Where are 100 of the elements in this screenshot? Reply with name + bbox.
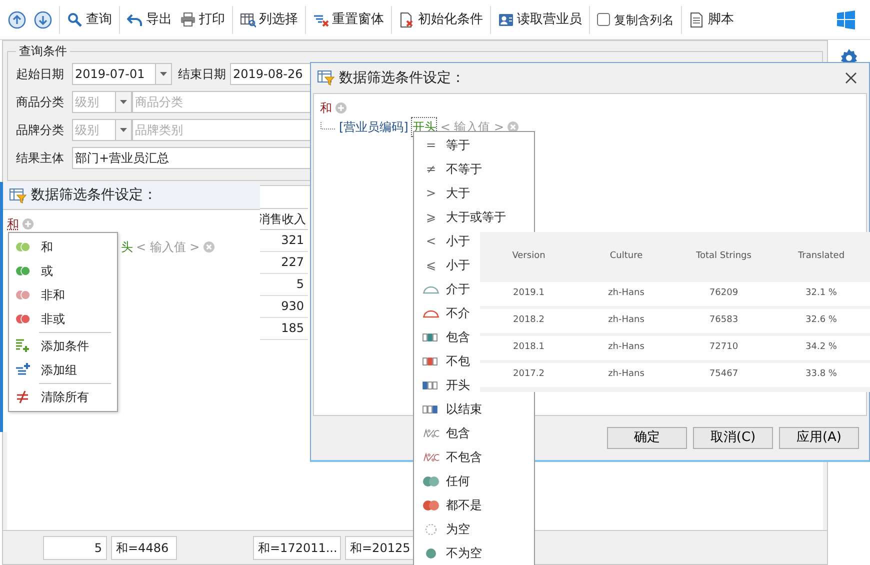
toolbar-button[interactable]: 列选择 [236,8,302,32]
text-match-icon [422,378,440,392]
table-cell-text: 76209 [708,287,740,300]
field-name[interactable]: [营业员编码] [339,118,408,136]
table-cell-text: 34.2 % [804,341,838,354]
menu-item[interactable]: 添加组 [9,358,117,382]
checkbox[interactable] [597,13,610,26]
level-field[interactable]: 级别 [72,119,116,141]
two-dots-icon [422,498,440,512]
toolbar-button[interactable]: 导出 [123,8,176,32]
table-cell-text: 2017.2 [512,368,546,382]
table-cell-text: zh-Hans [607,341,646,354]
dialog-title: 数据筛选条件设定： [339,68,465,88]
checkbox-label[interactable]: 复制含列名 [614,10,674,28]
printer-icon [180,12,196,28]
menu-item[interactable]: 任何 [414,469,534,493]
column-header: Translated [796,250,846,264]
menu-item[interactable]: 或 [9,259,117,283]
dialog-button[interactable]: 取消(C) [693,427,773,449]
group-operator[interactable]: 和 [7,214,19,232]
undo-arrow-icon [127,12,143,28]
filter-table-icon [9,188,27,204]
dialog-title: 数据筛选条件设定： [31,186,157,205]
document-delete-icon [399,12,415,28]
table-cell-text: 2019.1 [512,287,546,300]
caret-icon [160,72,167,76]
menu-item[interactable]: 为空 [414,517,534,541]
menu-item[interactable]: 不包含 [414,445,534,469]
field-label: 结束日期 [178,66,226,83]
menu-item[interactable]: 和 [9,235,117,259]
menu-item[interactable]: 添加条件 [9,334,117,358]
menu-item[interactable]: 不为空 [414,541,534,565]
text-match-icon [422,330,440,344]
table-cell-text: 33.8 % [804,368,838,382]
operator-symbol: ⩾ [426,209,436,226]
search-icon [67,12,83,28]
column-header: Culture [608,250,644,264]
caret-icon [120,100,127,104]
percent-pattern-icon [422,450,440,464]
toolbar-button[interactable]: 重置窗体 [309,8,388,32]
condition-operator[interactable]: 头 [121,238,133,256]
column-header: Version [511,250,546,264]
operator-symbol: > [426,185,436,202]
menu-item[interactable]: ⩾ 大于或等于 [414,205,534,229]
status-cell: 和=4486 [111,536,177,560]
table-cell-text: 2018.1 [512,341,546,354]
menu-item[interactable]: 包含 [414,421,534,445]
column-header: Total Strings [695,250,752,264]
table-cell-text: 72710 [708,341,740,354]
tree-line [320,122,336,132]
two-dots-icon [422,474,440,488]
toolbar-button[interactable]: 读取营业员 [494,8,586,32]
table-cell-text: 2018.2 [512,314,546,328]
dropdown-button[interactable] [116,119,132,141]
field-label: 起始日期 [16,66,65,83]
menu-item[interactable]: 清除所有 [9,385,117,409]
status-cell: 和=20125 [345,536,416,560]
filter-table-icon [317,70,335,86]
text-match-icon [422,402,440,416]
table-cell-text: 32.6 % [804,314,838,328]
table-cell-text: 32.1 % [804,287,838,300]
windows-logo-icon [836,10,856,30]
text-match-icon [422,354,440,368]
field-label: 商品分类 [16,94,65,111]
date-field[interactable]: 2019-08-26 [230,63,312,85]
close-icon [845,72,857,84]
table-cell-text: zh-Hans [607,314,646,328]
date-field[interactable]: 2019-07-01 [72,63,156,85]
level-field[interactable]: 级别 [72,91,116,113]
status-cell: 5 [43,536,107,560]
operator-symbol: ⩽ [426,257,436,274]
dropdown-button[interactable] [116,91,132,113]
table-cell-text: 75467 [708,368,740,382]
status-cell: 和=172011... [253,536,341,560]
dialog-button[interactable]: 确定 [607,427,687,449]
toolbar-button[interactable]: 查询 [63,8,116,32]
table-cell-text: 76583 [708,314,740,328]
percent-pattern-icon [422,426,440,440]
table-search-icon [240,12,256,28]
group-title: 查询条件 [16,43,70,59]
menu-item[interactable]: 非和 [9,283,117,307]
document-icon [689,12,705,28]
menu-item[interactable]: > 大于 [414,181,534,205]
user-card-icon [498,12,514,28]
menu-item[interactable]: 非或 [9,307,117,331]
menu-item[interactable]: 都不是 [414,493,534,517]
table-cell-text: zh-Hans [607,287,646,300]
field-label: 品牌分类 [16,122,65,139]
add-condition-icon [15,338,31,354]
operator-symbol: < [426,233,436,250]
dropdown-button[interactable] [156,63,172,85]
caret-icon [120,128,127,132]
toolbar-button[interactable]: 初始化条件 [395,8,487,32]
not-equal-icon [15,389,31,405]
toolbar-button[interactable]: 打印 [176,8,229,32]
menu-item[interactable]: 以结束 [414,397,534,421]
dialog-button[interactable]: 应用(A) [779,427,859,449]
toolbar-button[interactable]: 脚本 [685,8,738,32]
table-cell-text: zh-Hans [607,368,646,382]
field-label: 结果主体 [16,150,65,167]
